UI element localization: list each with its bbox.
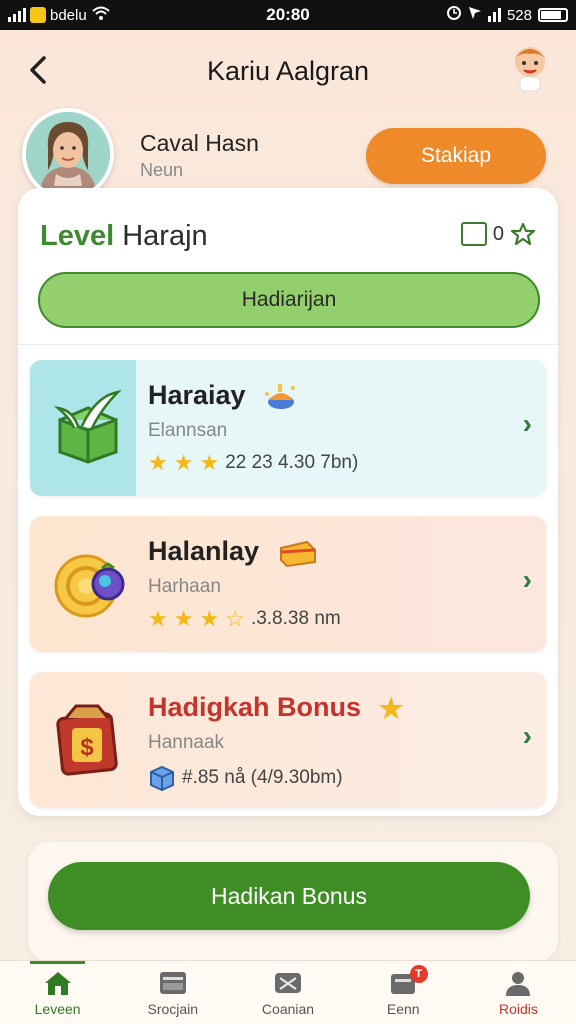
level-meta-value: 0	[492, 222, 504, 245]
level-progress-button[interactable]: Hadiarijan	[38, 272, 540, 328]
level-title-accent: Level	[40, 220, 115, 252]
star-icon: ☆	[225, 606, 245, 631]
wifi-icon	[91, 5, 111, 25]
level-meta[interactable]: 0	[460, 222, 536, 246]
nav-label: Leveen	[34, 1000, 81, 1017]
status-app-text: bdelu	[50, 6, 87, 24]
tile-subtitle: Elannsan	[148, 420, 228, 441]
tile-title: Hadigkah Bonus ★	[148, 692, 404, 723]
nav-label: Eenn	[386, 1000, 420, 1017]
star-icon: ★	[148, 450, 168, 475]
nav-label: Srocjain	[147, 1000, 199, 1017]
nav-label: Coanian	[261, 1000, 315, 1017]
sparkle-star-icon: ★	[378, 692, 404, 724]
money-bag-icon: $	[52, 698, 124, 778]
tile-title-text: Haraiay	[148, 380, 246, 410]
header: Kariu Aalgran	[0, 30, 576, 110]
mail-icon	[275, 972, 301, 993]
status-right-text: 528	[506, 6, 532, 24]
avatar[interactable]	[22, 108, 114, 200]
badge-star-icon	[510, 222, 536, 246]
nav-item-window[interactable]: Srocjain	[115, 961, 230, 1024]
star-icon: ★	[148, 606, 168, 631]
nav-label: Roidis	[498, 1000, 538, 1017]
coin-orb-icon	[52, 542, 125, 622]
level-title-rest: Harajn	[122, 220, 208, 252]
home-icon	[44, 971, 71, 995]
cheese-icon	[279, 540, 316, 567]
nav-item-notifications[interactable]: T Eenn	[346, 961, 461, 1024]
tile-rating-text: #.85 nå (4/9.30bm)	[182, 767, 343, 788]
tile-title-text: Hadigkah Bonus	[148, 692, 362, 722]
gift-box-icon	[52, 386, 124, 466]
status-bar: bdelu 20:80 528	[0, 0, 576, 30]
alarm-icon	[446, 5, 462, 25]
profile-action-button[interactable]: Stakiap	[366, 128, 546, 184]
tile-rating: ★ ★ ★ ☆ .3.8.38 nm	[148, 608, 341, 630]
divider	[18, 344, 558, 345]
nav-item-home[interactable]: Leveen	[0, 961, 115, 1024]
window-icon	[159, 971, 186, 994]
tile-title-text: Halanlay	[148, 536, 260, 566]
bottom-nav: Leveen Srocjain Coanian T Eenn Roidis	[0, 960, 576, 1024]
page-title: Kariu Aalgran	[206, 56, 370, 86]
cake-icon	[265, 383, 296, 409]
profile-name: Caval Hasn	[140, 130, 259, 156]
chevron-right-icon[interactable]: ›	[523, 720, 532, 752]
mascot-icon[interactable]	[510, 44, 550, 96]
svg-text:$: $	[80, 734, 94, 761]
star-icon: ★	[199, 450, 220, 475]
chevron-right-icon[interactable]: ›	[523, 564, 532, 596]
tile-title: Halanlay	[148, 536, 317, 568]
list-item[interactable]: Haraiay Elannsan ★ ★ ★ 22 23 4.30 7bn) ›	[30, 360, 546, 496]
tile-rating-text: 22 23 4.30 7bn)	[225, 452, 359, 473]
star-icon: ★	[173, 606, 194, 631]
profile-icon	[506, 971, 531, 996]
app-notification-icon	[30, 7, 46, 23]
cube-icon	[150, 765, 174, 792]
cell-signal-icon	[487, 8, 501, 22]
battery-icon	[538, 8, 568, 22]
tile-subtitle: Harhaan	[148, 576, 221, 597]
tile-rating-text: .3.8.38 nm	[250, 608, 341, 629]
profile-subtitle: Neun	[140, 160, 184, 180]
list-item[interactable]: $ Hadigkah Bonus ★ Hannaak #.85 nå (4/9.…	[30, 672, 546, 808]
bonus-button[interactable]: Hadikan Bonus	[48, 862, 530, 930]
notification-badge: T	[409, 965, 428, 983]
checkbox-icon	[460, 222, 487, 246]
tile-title: Haraiay	[148, 380, 297, 412]
location-icon	[468, 5, 482, 25]
nav-item-mail[interactable]: Coanian	[230, 961, 345, 1024]
star-icon: ★	[173, 450, 194, 475]
tile-rating: ★ ★ ★ 22 23 4.30 7bn)	[148, 452, 358, 474]
star-icon: ★	[199, 606, 220, 631]
tile-subtitle: Hannaak	[148, 732, 225, 753]
nav-item-profile[interactable]: Roidis	[461, 961, 576, 1024]
signal-icon	[8, 8, 26, 22]
chevron-right-icon[interactable]: ›	[523, 408, 532, 440]
level-title: Level Harajn	[40, 220, 208, 253]
avatar-portrait-icon	[26, 112, 110, 196]
list-item[interactable]: Halanlay Harhaan ★ ★ ★ ☆ .3.8.38 nm ›	[30, 516, 546, 652]
tile-rating: #.85 nå (4/9.30bm)	[148, 764, 343, 792]
level-card: Level Harajn 0 Hadiarijan Haraiay Elanns…	[18, 188, 558, 816]
status-time: 20:80	[266, 5, 310, 24]
